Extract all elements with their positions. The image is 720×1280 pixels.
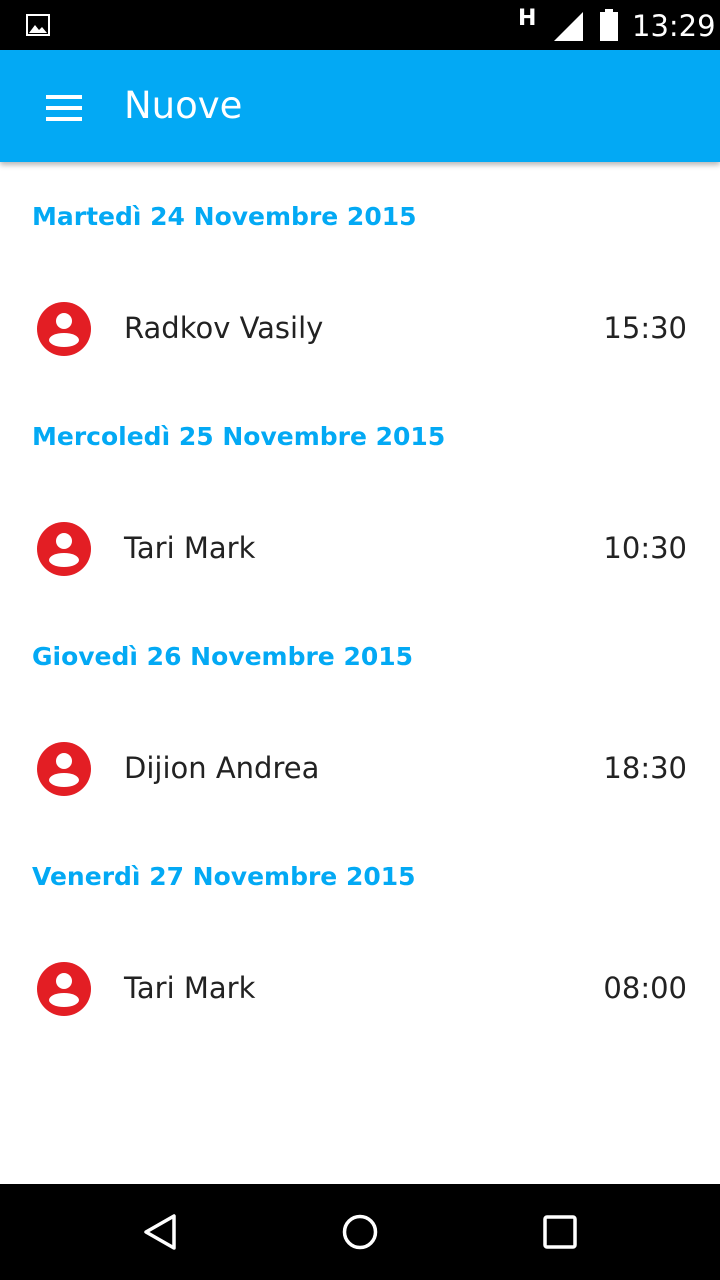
menu-icon[interactable] xyxy=(46,95,82,121)
entry-name: Tari Mark xyxy=(124,531,256,565)
date-header: Mercoledì 25 Novembre 2015 xyxy=(32,422,446,451)
entry-name: Tari Mark xyxy=(124,971,256,1005)
gallery-icon xyxy=(26,14,50,36)
navigation-bar xyxy=(0,1184,720,1280)
entry-time: 15:30 xyxy=(603,311,687,345)
list-item[interactable]: Tari Mark 10:30 xyxy=(0,494,720,604)
entry-name: Radkov Vasily xyxy=(124,311,324,345)
list-item[interactable]: Radkov Vasily 15:30 xyxy=(0,274,720,384)
person-icon xyxy=(37,522,91,576)
home-icon[interactable] xyxy=(340,1212,380,1252)
entry-time: 08:00 xyxy=(603,971,687,1005)
list-item[interactable]: Dijion Andrea 18:30 xyxy=(0,714,720,824)
page-title: Nuove xyxy=(124,84,243,127)
battery-icon xyxy=(600,9,618,41)
signal-icon xyxy=(554,12,583,41)
network-type: H xyxy=(518,6,537,31)
recents-icon[interactable] xyxy=(540,1212,580,1252)
list-item[interactable]: Tari Mark 08:00 xyxy=(0,934,720,1044)
date-header: Giovedì 26 Novembre 2015 xyxy=(32,642,414,671)
entry-name: Dijion Andrea xyxy=(124,751,320,785)
status-bar: H 13:29 xyxy=(0,0,720,50)
entry-time: 18:30 xyxy=(603,751,687,785)
date-header: Martedì 24 Novembre 2015 xyxy=(32,202,417,231)
back-icon[interactable] xyxy=(140,1212,180,1252)
date-header: Venerdì 27 Novembre 2015 xyxy=(32,862,416,891)
person-icon xyxy=(37,302,91,356)
app-bar: Nuove xyxy=(0,50,720,162)
person-icon xyxy=(37,962,91,1016)
entry-time: 10:30 xyxy=(603,531,687,565)
status-clock: 13:29 xyxy=(632,9,716,43)
person-icon xyxy=(37,742,91,796)
